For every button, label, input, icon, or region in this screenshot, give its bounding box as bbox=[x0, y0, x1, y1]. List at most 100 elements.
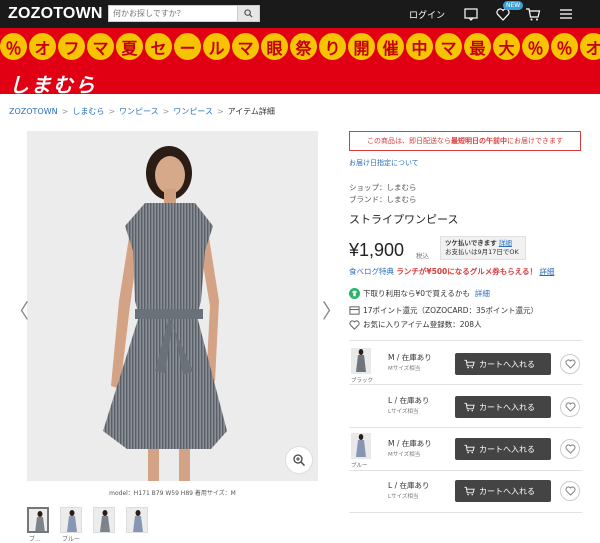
breadcrumb: ZOZOTOWN > しまむら > ワンピース > ワンピース > アイテム詳細 bbox=[9, 107, 275, 116]
size-equivalent: Mサイズ相当 bbox=[388, 452, 421, 458]
banner-char: ％ bbox=[522, 33, 549, 60]
add-to-cart-button[interactable]: カートへ入れる bbox=[455, 438, 551, 460]
breadcrumb-subcategory[interactable]: ワンピース bbox=[173, 107, 213, 116]
banner-char: 中 bbox=[406, 33, 433, 60]
cart-icon bbox=[464, 402, 475, 412]
delivery-date-link[interactable]: お届け日指定について bbox=[349, 158, 419, 168]
divider bbox=[349, 384, 582, 385]
color-label: ブラック bbox=[351, 378, 374, 384]
color-label: ブルー bbox=[351, 463, 368, 469]
thumbnail-4[interactable] bbox=[126, 507, 148, 533]
model-size-note: model：H171 B79 W59 H89 着用サイズ：M bbox=[109, 490, 236, 497]
shop-name[interactable]: ショップ：しまむら bbox=[349, 182, 417, 193]
heart-outline-icon bbox=[349, 320, 360, 330]
size-stock: M / 在庫あり bbox=[388, 353, 432, 362]
breadcrumb-category[interactable]: ワンピース bbox=[119, 107, 159, 116]
heart-outline-icon bbox=[565, 444, 575, 454]
banner-char: 催 bbox=[377, 33, 404, 60]
trade-in-detail-link[interactable]: 詳細 bbox=[475, 288, 490, 299]
banner-char: ー bbox=[174, 33, 201, 60]
delivery-notice: この商品は、即日配送なら 最短明日の午前中 にお届けできます bbox=[349, 131, 581, 151]
divider bbox=[349, 340, 582, 341]
banner-char: ル bbox=[203, 33, 230, 60]
menu-icon[interactable] bbox=[558, 6, 574, 22]
heart-outline-icon bbox=[565, 359, 575, 369]
cart-icon bbox=[464, 444, 475, 454]
tabelog-promo[interactable]: 食べログ特典 ランチが¥500になるグルメ券もらえる！ 詳細 bbox=[349, 266, 554, 277]
add-to-cart-button[interactable]: カートへ入れる bbox=[455, 353, 551, 375]
heart-outline-icon bbox=[565, 486, 575, 496]
banner-char: マ bbox=[232, 33, 259, 60]
thumbnail-1[interactable] bbox=[27, 507, 49, 533]
points-icon bbox=[349, 306, 360, 315]
banner-char: マ bbox=[435, 33, 462, 60]
next-image-arrow[interactable]: 〉 bbox=[322, 295, 342, 324]
search-button[interactable] bbox=[237, 6, 259, 21]
banner-char: 夏 bbox=[116, 33, 143, 60]
deferred-payment-box: ツケ払いできます 詳細 お支払いは9月17日でOK bbox=[440, 236, 526, 260]
banner-char: 最 bbox=[464, 33, 491, 60]
heart-outline-icon bbox=[565, 402, 575, 412]
color-swatch-blue[interactable] bbox=[351, 433, 371, 459]
search-input[interactable] bbox=[109, 6, 239, 21]
add-to-cart-button[interactable]: カートへ入れる bbox=[455, 480, 551, 502]
deferred-payment-detail-link[interactable]: 詳細 bbox=[499, 239, 512, 247]
banner-char: り bbox=[319, 33, 346, 60]
product-price: ¥1,900 bbox=[349, 240, 405, 260]
size-equivalent: Lサイズ相当 bbox=[388, 409, 419, 415]
model-photo bbox=[27, 131, 318, 481]
message-icon[interactable] bbox=[463, 6, 479, 22]
thumbnail-2[interactable] bbox=[60, 507, 82, 533]
size-stock: L / 在庫あり bbox=[388, 396, 430, 405]
product-title: ストライプワンピース bbox=[349, 213, 459, 226]
sale-banner-strip: ％オフマ夏セールマ眼祭り開催中マ最大％％オフマ夏セ bbox=[0, 30, 600, 63]
zoom-button[interactable] bbox=[285, 446, 313, 474]
breadcrumb-current: アイテム詳細 bbox=[227, 107, 275, 116]
banner-char: 眼 bbox=[261, 33, 288, 60]
breadcrumb-shop[interactable]: しまむら bbox=[72, 107, 104, 116]
size-stock: L / 在庫あり bbox=[388, 481, 430, 490]
thumbnail-3[interactable] bbox=[93, 507, 115, 533]
banner-char: マ bbox=[87, 33, 114, 60]
favorites-row: お気に入りアイテム登録数：208人 bbox=[349, 319, 482, 330]
cart-icon[interactable] bbox=[525, 6, 541, 22]
size-equivalent: Lサイズ相当 bbox=[388, 494, 419, 500]
banner-char: 開 bbox=[348, 33, 375, 60]
favorite-button[interactable] bbox=[560, 397, 580, 417]
favorite-button[interactable] bbox=[560, 354, 580, 374]
banner-char: オ bbox=[580, 33, 600, 60]
banner-char: 大 bbox=[493, 33, 520, 60]
shimamura-logo[interactable]: しまむら bbox=[9, 69, 97, 98]
points-row: 17ポイント還元（ZOZOCARD：35ポイント還元） bbox=[349, 305, 538, 316]
product-main-image[interactable] bbox=[27, 131, 318, 481]
prev-image-arrow[interactable]: 〈 bbox=[9, 295, 29, 324]
banner-char: ％ bbox=[551, 33, 578, 60]
divider bbox=[349, 470, 582, 471]
add-to-cart-button[interactable]: カートへ入れる bbox=[455, 396, 551, 418]
shirt-icon bbox=[349, 288, 360, 299]
shop-banner[interactable]: ％オフマ夏セールマ眼祭り開催中マ最大％％オフマ夏セ しまむら bbox=[0, 28, 600, 97]
banner-char: フ bbox=[58, 33, 85, 60]
favorite-button[interactable] bbox=[560, 439, 580, 459]
banner-char: オ bbox=[29, 33, 56, 60]
color-swatch-black[interactable] bbox=[351, 348, 371, 374]
favorite-button[interactable] bbox=[560, 481, 580, 501]
tax-label: 税込 bbox=[416, 252, 429, 260]
divider bbox=[349, 427, 582, 428]
divider bbox=[349, 512, 582, 513]
size-stock: M / 在庫あり bbox=[388, 439, 432, 448]
banner-char: ％ bbox=[0, 33, 27, 60]
brand-name[interactable]: ブランド：しまむら bbox=[349, 194, 417, 205]
new-badge: NEW bbox=[503, 1, 524, 10]
trade-in-row: 下取り利用なら¥0で買えるかも 詳細 bbox=[349, 288, 490, 299]
top-navigation-bar: ZOZOTOWN ログイン NEW bbox=[0, 0, 600, 28]
zoom-icon bbox=[293, 454, 305, 466]
banner-char: 祭 bbox=[290, 33, 317, 60]
cart-icon bbox=[464, 486, 475, 496]
breadcrumb-home[interactable]: ZOZOTOWN bbox=[9, 107, 58, 116]
banner-char: セ bbox=[145, 33, 172, 60]
zozotown-logo[interactable]: ZOZOTOWN bbox=[8, 5, 103, 23]
search-icon bbox=[244, 9, 253, 18]
search-box bbox=[108, 5, 260, 22]
login-link[interactable]: ログイン bbox=[409, 8, 445, 21]
